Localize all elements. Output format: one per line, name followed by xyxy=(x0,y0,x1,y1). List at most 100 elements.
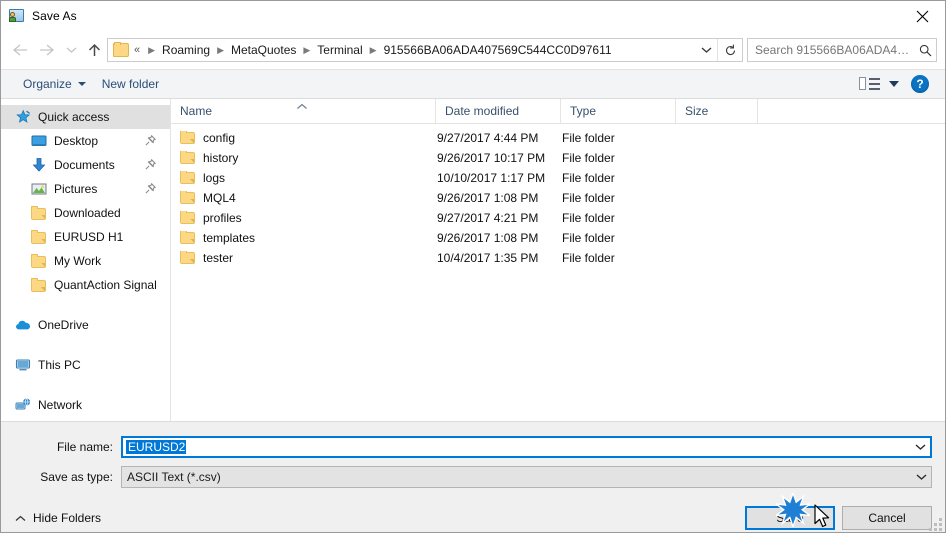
breadcrumb-item-roaming[interactable]: Roaming xyxy=(160,41,212,59)
file-date: 9/26/2017 1:08 PM xyxy=(437,231,539,245)
file-name-value[interactable]: EURUSD2 xyxy=(123,440,910,454)
file-list-pane: Name Date modified Type Size config 9/27… xyxy=(171,99,945,421)
file-type: File folder xyxy=(562,131,615,145)
sidebar-item-label: EURUSD H1 xyxy=(54,230,124,244)
column-header-label: Date modified xyxy=(445,104,520,118)
button-row: Hide Folders Save Cancel xyxy=(1,494,945,532)
pin-icon[interactable] xyxy=(145,134,157,146)
file-name-selected-text: EURUSD2 xyxy=(126,440,187,454)
breadcrumb-item-terminal[interactable]: Terminal xyxy=(315,41,364,59)
address-bar[interactable]: « ▶ Roaming ▶ MetaQuotes ▶ Terminal ▶ 91… xyxy=(107,38,743,62)
chevron-down-icon[interactable] xyxy=(695,39,717,61)
sidebar-item-quantaction-signal[interactable]: QuantAction Signal xyxy=(1,273,170,297)
table-row[interactable]: history 9/26/2017 10:17 PM File folder xyxy=(171,148,945,168)
sidebar-item-this-pc[interactable]: This PC xyxy=(1,353,170,377)
column-header-name[interactable]: Name xyxy=(171,99,436,123)
table-row[interactable]: templates 9/26/2017 1:08 PM File folder xyxy=(171,228,945,248)
file-name-input[interactable]: EURUSD2 xyxy=(121,436,932,458)
file-name: logs xyxy=(203,171,226,185)
folder-icon xyxy=(31,254,46,268)
file-date: 9/26/2017 1:08 PM xyxy=(437,191,539,205)
table-row[interactable]: logs 10/10/2017 1:17 PM File folder xyxy=(171,168,945,188)
column-header-date-modified[interactable]: Date modified xyxy=(436,99,561,123)
file-date: 10/10/2017 1:17 PM xyxy=(437,171,546,185)
chevron-down-icon[interactable] xyxy=(911,467,931,487)
this-pc-icon xyxy=(15,357,31,373)
hide-folders-button[interactable]: Hide Folders xyxy=(15,511,101,525)
new-folder-button[interactable]: New folder xyxy=(94,74,167,94)
file-rows[interactable]: config 9/27/2017 4:44 PM File folder his… xyxy=(171,124,945,421)
folder-icon xyxy=(113,42,129,57)
file-date: 9/27/2017 4:44 PM xyxy=(437,131,539,145)
pin-icon[interactable] xyxy=(145,158,157,170)
save-button[interactable]: Save xyxy=(745,506,835,530)
search-box[interactable]: Search 915566BA06ADA40756... xyxy=(747,38,937,62)
window-title: Save As xyxy=(32,9,77,23)
sidebar-item-label: This PC xyxy=(38,358,81,372)
sidebar-item-quick-access[interactable]: Quick access xyxy=(1,105,170,129)
sidebar-item-documents[interactable]: Documents xyxy=(1,153,170,177)
search-input[interactable]: Search 915566BA06ADA40756... xyxy=(748,43,915,57)
sidebar-item-pictures[interactable]: Pictures xyxy=(1,177,170,201)
view-layout-icon[interactable] xyxy=(859,76,881,92)
breadcrumb-item-metaquotes[interactable]: MetaQuotes xyxy=(229,41,298,59)
sidebar-item-label: Pictures xyxy=(54,182,98,196)
save-as-type-label: Save as type: xyxy=(40,470,113,484)
table-row[interactable]: config 9/27/2017 4:44 PM File folder xyxy=(171,128,945,148)
column-header-type[interactable]: Type xyxy=(561,99,676,123)
command-bar: Organize New folder ? xyxy=(1,69,945,99)
file-name-cell: config xyxy=(171,131,436,145)
sidebar-item-network[interactable]: Network xyxy=(1,393,170,417)
pin-icon[interactable] xyxy=(145,182,157,194)
navigation-sidebar[interactable]: Quick access Desktop Documents Pictures … xyxy=(1,99,171,421)
table-row[interactable]: MQL4 9/26/2017 1:08 PM File folder xyxy=(171,188,945,208)
file-type: File folder xyxy=(562,251,615,265)
navigation-bar: « ▶ Roaming ▶ MetaQuotes ▶ Terminal ▶ 91… xyxy=(1,31,945,69)
column-headers: Name Date modified Type Size xyxy=(171,99,945,124)
chevron-down-icon[interactable] xyxy=(910,438,930,456)
breadcrumb-overflow[interactable]: « xyxy=(134,44,143,56)
folder-icon xyxy=(180,231,195,244)
resize-grip-icon[interactable] xyxy=(929,518,942,531)
breadcrumb: « ▶ Roaming ▶ MetaQuotes ▶ Terminal ▶ 91… xyxy=(134,41,695,59)
back-arrow-icon[interactable] xyxy=(5,35,33,65)
chevron-up-icon xyxy=(15,515,26,522)
close-icon[interactable] xyxy=(899,1,945,31)
documents-icon xyxy=(31,157,47,173)
breadcrumb-item-instance[interactable]: 915566BA06ADA407569C544CC0D97611 xyxy=(382,41,614,59)
hide-folders-label: Hide Folders xyxy=(33,511,102,525)
file-name-label: File name: xyxy=(56,440,113,454)
desktop-icon xyxy=(31,133,47,149)
forward-arrow-icon[interactable] xyxy=(33,35,61,65)
sidebar-item-onedrive[interactable]: OneDrive xyxy=(1,313,170,337)
new-folder-label: New folder xyxy=(101,77,160,91)
sidebar-item-downloaded[interactable]: Downloaded xyxy=(1,201,170,225)
breadcrumb-separator: ▶ xyxy=(303,44,311,55)
cancel-button[interactable]: Cancel xyxy=(842,506,932,530)
save-as-type-value: ASCII Text (*.csv) xyxy=(127,470,221,484)
file-type: File folder xyxy=(562,171,615,185)
sidebar-item-desktop[interactable]: Desktop xyxy=(1,129,170,153)
refresh-icon[interactable] xyxy=(717,39,742,61)
help-icon[interactable]: ? xyxy=(911,75,929,93)
file-name: tester xyxy=(203,251,234,265)
table-row[interactable]: profiles 9/27/2017 4:21 PM File folder xyxy=(171,208,945,228)
sidebar-item-eurusd-h1[interactable]: EURUSD H1 xyxy=(1,225,170,249)
up-arrow-icon[interactable] xyxy=(81,35,107,65)
sidebar-item-label: Downloaded xyxy=(54,206,121,220)
file-name-cell: templates xyxy=(171,231,436,245)
recent-locations-chevron-icon[interactable] xyxy=(61,35,81,65)
column-header-size[interactable]: Size xyxy=(676,99,758,123)
sidebar-item-label: My Work xyxy=(54,254,102,268)
save-as-type-select[interactable]: ASCII Text (*.csv) xyxy=(121,466,932,488)
chevron-down-icon[interactable] xyxy=(889,81,899,87)
sidebar-item-my-work[interactable]: My Work xyxy=(1,249,170,273)
search-icon[interactable] xyxy=(915,44,936,57)
folder-icon xyxy=(180,191,195,204)
folder-icon xyxy=(180,171,195,184)
save-label: Save xyxy=(776,511,804,525)
onedrive-icon xyxy=(15,317,31,333)
table-row[interactable]: tester 10/4/2017 1:35 PM File folder xyxy=(171,248,945,268)
organize-button[interactable]: Organize xyxy=(15,74,94,94)
